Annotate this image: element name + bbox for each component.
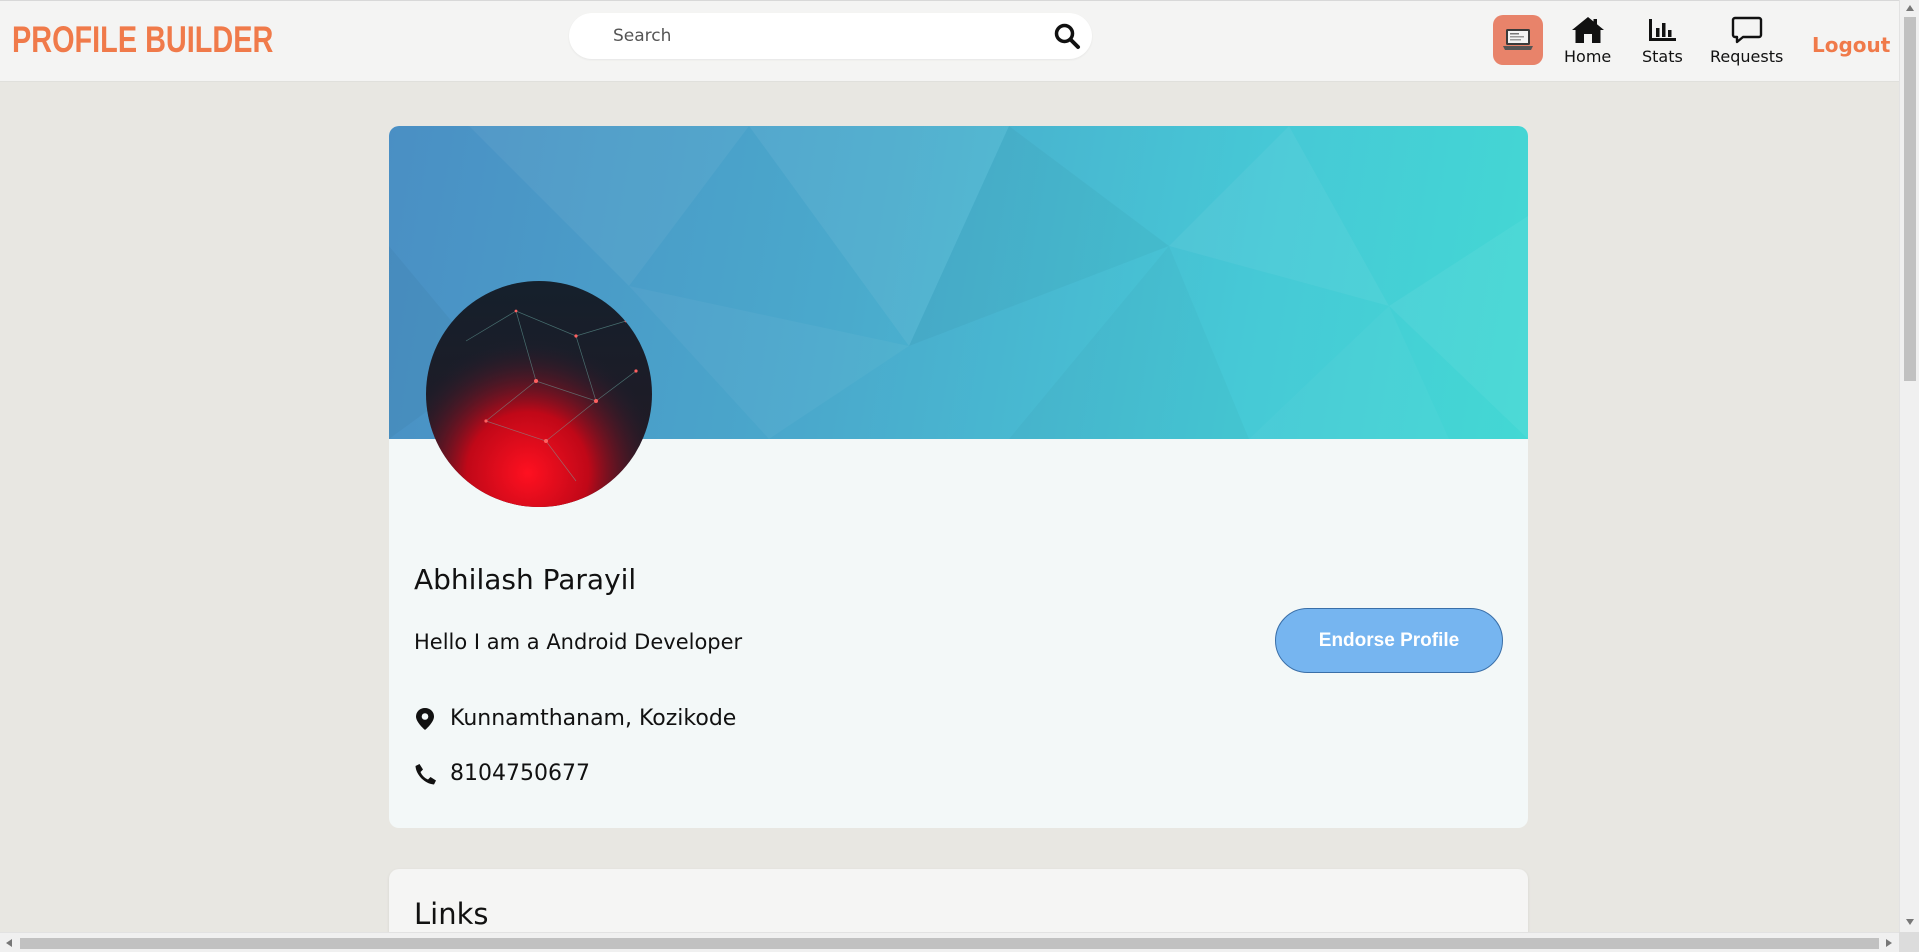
scroll-left-icon[interactable]: [5, 938, 13, 948]
user-avatar-button[interactable]: [1493, 15, 1543, 65]
requests-icon: [1731, 16, 1762, 44]
stats-icon: [1649, 19, 1677, 41]
phone-row: 8104750677: [414, 761, 590, 786]
location-row: Kunnamthanam, Kozikode: [414, 706, 736, 731]
nav-stats[interactable]: Stats: [1642, 15, 1683, 66]
vertical-scrollbar[interactable]: [1899, 0, 1919, 932]
scrollbar-corner: [1899, 932, 1919, 952]
profile-name: Abhilash Parayil: [414, 563, 637, 596]
nav-home[interactable]: Home: [1564, 15, 1611, 66]
logout-link[interactable]: Logout: [1812, 33, 1890, 57]
horizontal-scroll-thumb[interactable]: [20, 938, 1879, 949]
vertical-scroll-thumb[interactable]: [1904, 17, 1916, 381]
brand-logo[interactable]: PROFILE BUILDER: [12, 19, 273, 61]
profile-picture[interactable]: [426, 281, 652, 507]
laptop-icon: [1503, 29, 1533, 50]
profile-bio: Hello I am a Android Developer: [414, 630, 743, 654]
home-icon: [1571, 17, 1604, 43]
links-title: Links: [414, 897, 489, 931]
scroll-right-icon[interactable]: [1885, 938, 1893, 948]
search-bar: [569, 13, 1092, 59]
horizontal-scrollbar[interactable]: [0, 932, 1899, 952]
location-pin-icon: [416, 707, 434, 730]
profile-image: [426, 281, 652, 507]
endorse-profile-button[interactable]: Endorse Profile: [1275, 608, 1503, 673]
top-navbar: PROFILE BUILDER Home Sta: [0, 0, 1899, 82]
phone-text: 8104750677: [450, 761, 590, 786]
scroll-down-icon[interactable]: [1905, 918, 1915, 926]
location-text: Kunnamthanam, Kozikode: [450, 706, 737, 731]
profile-card: Abhilash Parayil Hello I am a Android De…: [389, 126, 1528, 828]
phone-icon: [415, 763, 436, 784]
search-icon[interactable]: [1052, 21, 1082, 51]
nav-requests[interactable]: Requests: [1710, 15, 1783, 66]
scroll-up-icon[interactable]: [1905, 4, 1915, 12]
nav-stats-label: Stats: [1642, 47, 1683, 66]
nav-requests-label: Requests: [1710, 47, 1784, 66]
search-input[interactable]: [613, 23, 1013, 49]
nav-home-label: Home: [1564, 47, 1612, 66]
